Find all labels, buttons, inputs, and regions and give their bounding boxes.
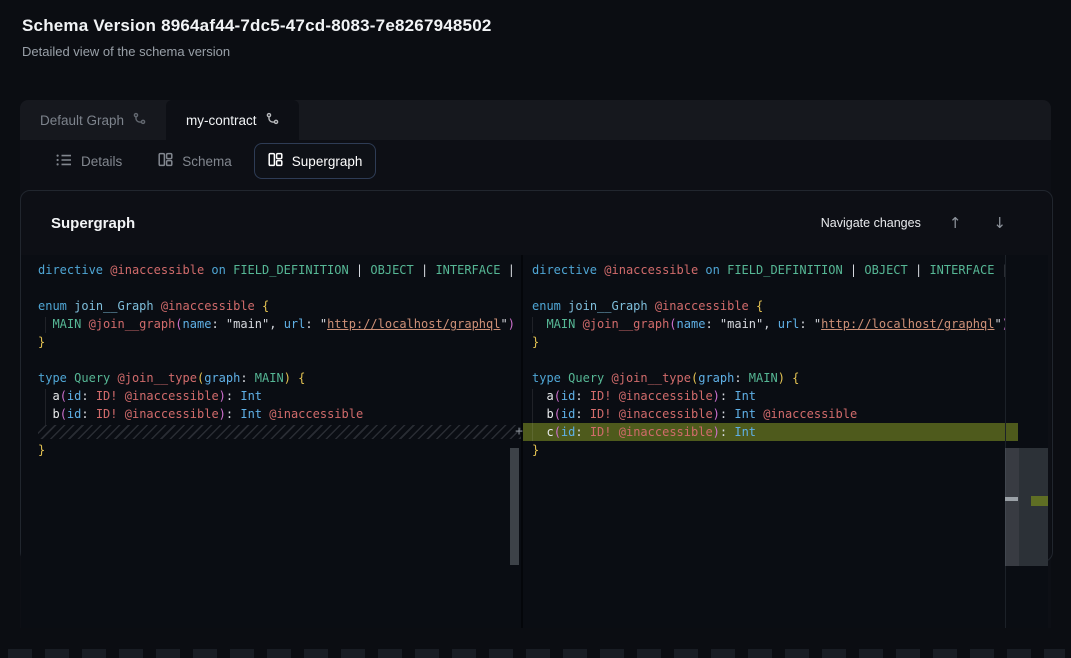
indent-guide (532, 317, 533, 333)
code-line (532, 279, 1005, 297)
variant-icon (266, 112, 279, 128)
code-line: } (532, 441, 1005, 459)
subtab-label: Schema (182, 154, 232, 169)
navigate-changes-label: Navigate changes (821, 216, 921, 230)
diff-placeholder-line (38, 423, 521, 441)
code-link[interactable]: http://localhost/graphql (821, 317, 994, 331)
diff-insert-marker: + (513, 423, 525, 441)
tab-schema[interactable]: Schema (144, 143, 246, 179)
indent-guide (532, 389, 533, 441)
subtab-label: Supergraph (292, 154, 363, 169)
columns-icon (158, 152, 173, 170)
page-title: Schema Version 8964af44-7dc5-47cd-8083-7… (22, 16, 492, 36)
view-tabs: Details Schema Supergraph (20, 140, 1051, 182)
tab-details[interactable]: Details (42, 144, 136, 179)
indent-guide (45, 317, 46, 333)
panel-heading: Supergraph (51, 215, 135, 232)
code-line: type Query @join__type(graph: MAIN) { (532, 369, 1005, 387)
editor-right-margin-divider (1005, 255, 1006, 628)
code-link[interactable]: http://localhost/graphql (327, 317, 500, 331)
code-line: a(id: ID! @inaccessible): Int (532, 387, 1005, 405)
next-change-button[interactable]: ↓ (989, 214, 1010, 233)
code-line: } (38, 441, 521, 459)
code-line: b(id: ID! @inaccessible): Int @inaccessi… (38, 405, 521, 423)
code-line: } (38, 333, 521, 351)
diff-editor[interactable]: directive @inaccessible on FIELD_DEFINIT… (21, 255, 1048, 628)
tab-default-graph[interactable]: Default Graph (20, 100, 166, 140)
left-scrollbar-thumb[interactable] (510, 448, 519, 565)
code-line: enum join__Graph @inaccessible { (532, 297, 1005, 315)
columns-icon (268, 152, 283, 170)
overview-ruler[interactable] (1019, 448, 1048, 566)
supergraph-panel-header: Supergraph Navigate changes ↑ ↓ (21, 191, 1052, 255)
subtab-label: Details (81, 154, 122, 169)
overview-cursor-marker (1005, 497, 1018, 501)
right-scrollbar-thumb[interactable] (1005, 448, 1019, 566)
graph-tabs: Default Graph my-contract (20, 100, 1051, 140)
previous-change-button[interactable]: ↑ (945, 214, 966, 233)
code-line (38, 279, 521, 297)
code-line (38, 351, 521, 369)
indent-guide (45, 389, 46, 425)
navigate-changes: Navigate changes ↑ ↓ (821, 214, 1010, 233)
code-line: enum join__Graph @inaccessible { (38, 297, 521, 315)
code-line: directive @inaccessible on FIELD_DEFINIT… (532, 261, 1005, 279)
code-line: } (532, 333, 1005, 351)
page-subtitle: Detailed view of the schema version (22, 44, 230, 59)
code-line: a(id: ID! @inaccessible): Int (38, 387, 521, 405)
code-line (532, 351, 1005, 369)
overview-added-marker (1031, 496, 1048, 506)
code-line: MAIN @join__graph(name: "main", url: "ht… (532, 315, 1005, 333)
code-line: directive @inaccessible on FIELD_DEFINIT… (38, 261, 521, 279)
code-line: c(id: ID! @inaccessible): Int (532, 423, 1005, 441)
variant-icon (133, 112, 146, 128)
tab-supergraph[interactable]: Supergraph (254, 143, 377, 179)
tab-my-contract[interactable]: my-contract (166, 100, 299, 140)
page: { "page": { "title": "Schema Version 896… (0, 0, 1071, 658)
bottom-divider (8, 649, 1065, 658)
diff-pane-original[interactable]: directive @inaccessible on FIELD_DEFINIT… (21, 255, 521, 628)
list-icon (56, 153, 72, 170)
code-line: b(id: ID! @inaccessible): Int @inaccessi… (532, 405, 1005, 423)
tab-label: my-contract (186, 113, 257, 128)
code-line: MAIN @join__graph(name: "main", url: "ht… (38, 315, 521, 333)
code-line: type Query @join__type(graph: MAIN) { (38, 369, 521, 387)
diff-gutter (521, 255, 523, 628)
tab-label: Default Graph (40, 113, 124, 128)
diff-pane-modified[interactable]: directive @inaccessible on FIELD_DEFINIT… (523, 255, 1005, 628)
